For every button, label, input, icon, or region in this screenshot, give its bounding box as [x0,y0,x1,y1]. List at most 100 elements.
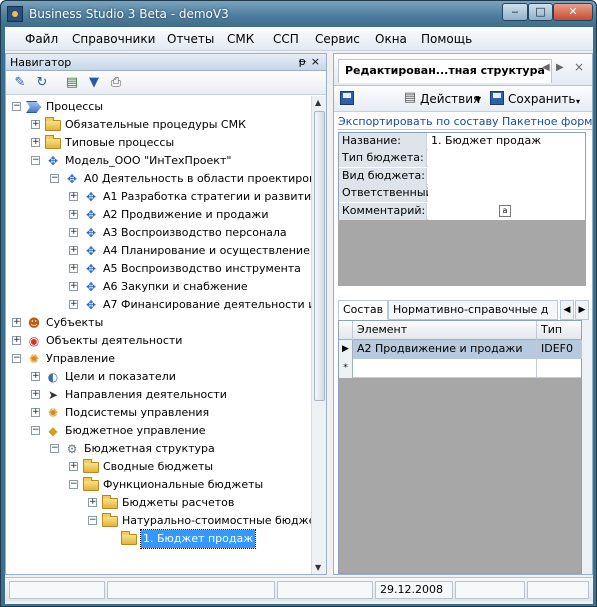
expand-icon[interactable]: + [69,246,78,255]
property-value[interactable] [428,167,585,185]
expand-icon[interactable]: + [31,390,40,399]
property-value[interactable]: 1. Бюджет продаж [428,133,585,150]
save-button[interactable]: Сохранить [508,92,576,106]
collapse-icon[interactable]: − [12,354,21,363]
tree-node[interactable]: + ◉ Объекты деятельности [6,332,311,350]
collapse-icon[interactable]: − [31,426,40,435]
sub-tab-next-icon[interactable]: ▶ [575,300,589,320]
tree-node[interactable]: + ✥ А3 Воспроизводство персонала [6,224,311,242]
tree-node[interactable]: − ◆ Бюджетное управление [6,422,311,440]
close-button[interactable]: ✕ [553,3,593,21]
tree-node[interactable]: + ✥ А2 Продвижение и продажи [6,206,311,224]
tree-node[interactable]: + Бюджеты расчетов [6,494,311,512]
tree-node[interactable]: − ✥ Модель_ООО "ИнТехПроект" [6,152,311,170]
edit-icon[interactable]: ✎ [12,75,28,91]
column-element[interactable]: Элемент [353,321,537,340]
memo-icon[interactable]: a [499,204,511,217]
tree-node[interactable]: + ✥ А1 Разработка стратегии и развитие [6,188,311,206]
tree-node[interactable]: + ◐ Цели и показатели [6,368,311,386]
expand-icon[interactable]: + [69,462,78,471]
title-bar[interactable]: Business Studio 3 Beta - demoV3 ‒ □ ✕ [1,1,596,27]
tree-node[interactable]: − Функциональные бюджеты [6,476,311,494]
refresh-icon[interactable]: ↻ [34,75,50,91]
tree-node[interactable]: + ✥ А4 Планирование и осуществление [6,242,311,260]
pin-icon[interactable]: ᵽ [299,55,306,68]
chevron-down-icon[interactable]: ▼ [475,95,481,104]
expand-icon[interactable]: + [69,282,78,291]
tab-close-icon[interactable]: × [574,60,584,74]
tree-node[interactable]: + Типовые процессы [6,134,311,152]
new-cell-element[interactable] [353,359,537,378]
column-type[interactable]: Тип [537,321,583,340]
action-links[interactable]: Экспортировать по составу Пакетное форм [338,114,592,130]
scroll-thumb[interactable] [314,111,325,401]
expand-icon[interactable]: + [12,318,21,327]
sub-tab-prev-icon[interactable]: ◀ [560,300,574,320]
expand-icon[interactable]: + [31,138,40,147]
property-value[interactable] [428,150,585,168]
scroll-up-icon[interactable]: ▲ [315,98,321,107]
collapse-icon[interactable]: − [50,174,59,183]
print-icon[interactable]: ⎙ [108,75,124,91]
expand-icon[interactable]: + [69,300,78,309]
menu-help[interactable]: Помощь [421,32,472,46]
tree-node[interactable]: 1. Бюджет продаж [6,529,311,549]
expand-icon[interactable]: + [69,192,78,201]
expand-icon[interactable]: + [31,120,40,129]
tab-normative-docs[interactable]: Нормативно-справочные д [388,300,558,320]
expand-icon[interactable]: + [69,264,78,273]
new-row[interactable]: * [339,359,583,378]
tab-budget-structure[interactable]: Редактирован...тная структура [338,59,552,83]
collapse-icon[interactable]: − [12,102,21,111]
scroll-down-icon[interactable]: ▼ [315,563,321,572]
expand-icon[interactable]: + [69,210,78,219]
tree-node[interactable]: + Сводные бюджеты [6,458,311,476]
collapse-icon[interactable]: − [88,516,97,525]
report-icon[interactable]: ▤ [64,75,80,91]
navigator-close-icon[interactable]: × [311,55,320,68]
tree-node[interactable]: + ➤ Направления деятельности [6,386,311,404]
cell-type[interactable]: IDEF0 [537,340,583,359]
tree-node[interactable]: − Натурально-стоимостные бюджеты [6,512,311,530]
tree-node[interactable]: − ✺ Управление [6,350,311,368]
grid-scrollbar[interactable] [582,320,592,574]
expand-icon[interactable]: + [69,228,78,237]
tab-composition[interactable]: Состав [338,300,388,320]
expand-icon[interactable]: + [31,408,40,417]
collapse-icon[interactable]: − [50,444,59,453]
property-value[interactable] [428,185,585,203]
menu-directories[interactable]: Справочники [72,32,155,46]
save-icon[interactable] [340,91,354,105]
collapse-icon[interactable]: − [31,156,40,165]
tree-node[interactable]: + ✥ А5 Воспроизводство инструмента [6,260,311,278]
table-row[interactable]: ▶ А2 Продвижение и продажи IDEF0 [339,340,583,359]
expand-icon[interactable]: + [12,336,21,345]
expand-icon[interactable]: + [31,372,40,381]
tree-node[interactable]: − ⚙ Бюджетная структура [6,440,311,458]
navigator-scrollbar[interactable]: ▲ ▼ [311,96,326,574]
actions-menu[interactable]: Действия [420,92,480,106]
menu-service[interactable]: Сервис [315,32,360,46]
toolbar-overflow-icon[interactable]: ▾ [576,97,580,106]
minimize-button[interactable]: ‒ [502,3,528,21]
tree-node[interactable]: + ✺ Подсистемы управления [6,404,311,422]
maximize-button[interactable]: □ [528,3,553,21]
menu-windows[interactable]: Окна [375,32,407,46]
menu-reports[interactable]: Отчеты [167,32,214,46]
collapse-icon[interactable]: − [69,480,78,489]
tab-next-icon[interactable]: ▶ [556,62,564,73]
tree-node[interactable]: + ✥ А7 Финансирование деятельности и [6,296,311,314]
menu-smk[interactable]: СМК [227,32,254,46]
tree-node[interactable]: + ✥ А6 Закупки и снабжение [6,278,311,296]
tree-node[interactable]: + Обязательные процедуры СМК [6,116,311,134]
tree-node[interactable]: − Процессы [6,98,311,116]
filter-icon[interactable]: ▼ [86,75,102,91]
tree-node[interactable]: + ☻ Субъекты [6,314,311,332]
menu-file[interactable]: Файл [25,32,58,46]
expand-icon[interactable]: + [88,498,97,507]
cell-element[interactable]: А2 Продвижение и продажи [353,340,537,359]
menu-ssp[interactable]: ССП [273,32,299,46]
new-cell-type[interactable] [537,359,583,378]
tab-prev-icon[interactable]: ◀ [542,62,550,73]
tree-node[interactable]: −✥ А0 Деятельность в области проектирован… [6,170,311,188]
